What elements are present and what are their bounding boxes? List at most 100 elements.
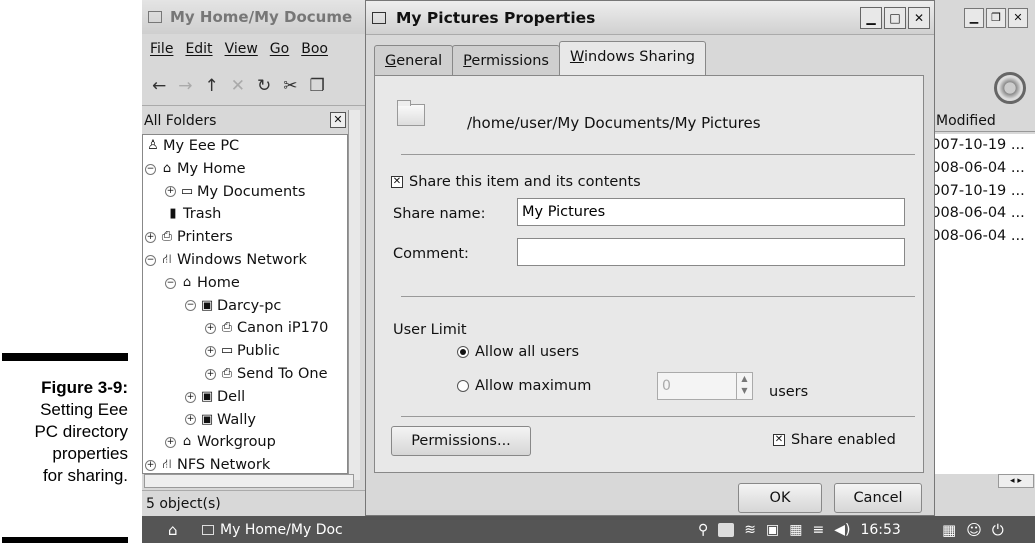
ok-button[interactable]: OK [738, 483, 822, 513]
list-item[interactable]: 2008-06-04 ... [920, 157, 1035, 180]
menu-file[interactable]: File [150, 41, 173, 57]
keyboard-icon[interactable]: ≡ [812, 522, 824, 538]
cut-icon[interactable]: ✂ [283, 76, 297, 96]
expand-icon[interactable]: + [145, 460, 156, 472]
file-manager-toolbar: ← → ↑ ✕ ↻ ✂ ❐ [142, 66, 372, 106]
tree-item[interactable]: + ⎙ Printers [143, 226, 347, 249]
expand-icon[interactable]: + [205, 346, 216, 358]
menu-bookmarks[interactable]: Boo [301, 41, 328, 57]
spin-arrows-icon[interactable]: ▲ ▼ [736, 373, 752, 399]
share-enabled-checkbox[interactable]: ✕ Share enabled [773, 432, 896, 448]
comment-label: Comment: [393, 246, 469, 262]
tree-item[interactable]: + ▭ Public [143, 340, 347, 363]
share-item-checkbox[interactable]: ✕ Share this item and its contents [391, 174, 641, 190]
tree-item[interactable]: − ⛙ Windows Network [143, 249, 347, 272]
cancel-button[interactable]: Cancel [834, 483, 922, 513]
tab-general[interactable]: General [374, 45, 454, 75]
collapse-icon[interactable]: − [145, 254, 156, 266]
expand-icon[interactable]: + [145, 232, 156, 244]
update-icon[interactable]: ▣ [766, 522, 779, 538]
collapse-icon[interactable]: − [185, 300, 196, 312]
input-method-icon[interactable]: ▦ [789, 522, 802, 538]
forward-arrow-icon[interactable]: → [178, 76, 192, 96]
tree-item[interactable]: + ▣ Dell [143, 386, 347, 409]
battery-icon[interactable] [718, 522, 735, 537]
menu-edit[interactable]: Edit [185, 41, 212, 57]
window-controls: ▁ ❐ ✕ [964, 8, 1028, 28]
comment-input[interactable] [517, 238, 905, 266]
power-icon[interactable]: ⏻ [992, 521, 1004, 539]
folder-tree: ♙ My Eee PC − ⌂ My Home + ▭ My Documents ▮ Trash +… [142, 134, 348, 474]
dialog-titlebar[interactable]: My Pictures Properties ▁ □ ✕ [366, 1, 934, 35]
back-arrow-icon[interactable]: ← [152, 76, 166, 96]
expand-icon[interactable]: + [165, 186, 176, 198]
home-icon: ⌂ [162, 160, 172, 176]
expand-icon[interactable]: + [205, 323, 216, 335]
tree-item[interactable]: + ▣ Wally [143, 409, 347, 432]
display-icon[interactable]: ▦ [942, 521, 956, 539]
tree-vertical-scrollbar[interactable] [348, 110, 360, 480]
reload-icon[interactable]: ↻ [257, 76, 271, 96]
tree-item[interactable]: − ▣ Darcy-pc [143, 295, 347, 318]
wifi-icon[interactable]: ≋ [744, 522, 756, 538]
smiley-icon[interactable]: ☺ [966, 521, 982, 539]
close-icon[interactable]: ✕ [908, 7, 930, 29]
tree-item[interactable]: − ⌂ Home [143, 272, 347, 295]
tree-horizontal-scrollbar[interactable] [144, 474, 354, 488]
tree-item-label: My Documents [197, 183, 306, 200]
close-icon[interactable]: ✕ [1008, 8, 1028, 28]
stop-icon[interactable]: ✕ [231, 76, 245, 96]
tree-item[interactable]: + ⎙ Canon iP170 [143, 317, 347, 340]
tree-item[interactable]: + ▭ My Documents [143, 181, 347, 204]
list-item[interactable]: 2008-06-04 ... [920, 202, 1035, 225]
tree-item-label: NFS Network [177, 457, 271, 474]
allow-all-users-radio[interactable]: Allow all users [457, 344, 579, 360]
home-icon[interactable]: ⌂ [168, 521, 188, 539]
tree-item-label: Printers [177, 229, 233, 246]
up-arrow-icon[interactable]: ↑ [205, 76, 219, 96]
tab-permissions[interactable]: Permissions [452, 45, 560, 75]
column-header-modified[interactable]: Modified [934, 110, 1035, 132]
expand-icon[interactable]: + [185, 391, 196, 403]
share-name-input[interactable] [517, 198, 905, 226]
allow-all-users-label: Allow all users [475, 344, 580, 360]
expand-icon[interactable]: + [185, 414, 196, 426]
volume-icon[interactable]: ◀) [834, 522, 850, 538]
busy-logo-icon [994, 72, 1026, 104]
clock[interactable]: 16:53 [860, 522, 900, 538]
restore-icon[interactable]: ❐ [986, 8, 1006, 28]
tree-item[interactable]: ♙ My Eee PC [143, 135, 347, 158]
list-item[interactable]: 2007-10-19 ... [920, 134, 1035, 157]
permissions-button[interactable]: Permissions... [391, 426, 531, 456]
minimize-icon[interactable]: ▁ [964, 8, 984, 28]
tree-item[interactable]: + ⎙ Send To One [143, 363, 347, 386]
expand-icon[interactable]: + [205, 368, 216, 380]
list-item[interactable]: 2007-10-19 ... [920, 180, 1035, 203]
close-pane-icon[interactable]: ✕ [330, 112, 346, 128]
users-label: users [769, 384, 809, 400]
tab-windows-sharing[interactable]: Windows Sharing [558, 41, 706, 75]
max-users-spinbox[interactable]: 0 ▲ ▼ [657, 372, 753, 400]
maximize-icon[interactable]: □ [884, 7, 906, 29]
network-status-icon[interactable]: ⚲ [698, 522, 708, 538]
window-icon [202, 524, 214, 535]
taskbar-task-label: My Home/My Doc [220, 521, 343, 538]
collapse-icon[interactable]: − [145, 163, 156, 175]
list-horizontal-scrollbar[interactable]: ◂ ▸ [998, 474, 1034, 488]
tree-item[interactable]: + ⌂ Workgroup [143, 431, 347, 454]
folder-icon: ▭ [220, 343, 234, 359]
tree-item[interactable]: − ⌂ My Home [143, 158, 347, 181]
expand-icon[interactable]: + [165, 437, 176, 449]
allow-maximum-radio[interactable]: Allow maximum [457, 378, 591, 394]
file-manager-titlebar[interactable]: My Home/My Docume [142, 0, 372, 34]
copy-icon[interactable]: ❐ [310, 76, 325, 96]
list-item[interactable]: 2008-06-04 ... [920, 225, 1035, 248]
collapse-icon[interactable]: − [165, 277, 176, 289]
tree-item[interactable]: + ⛙ NFS Network [143, 454, 347, 474]
tree-item[interactable]: ▮ Trash [143, 203, 347, 226]
menu-view[interactable]: View [225, 41, 258, 57]
minimize-icon[interactable]: ▁ [860, 7, 882, 29]
taskbar-task[interactable]: My Home/My Doc [202, 522, 343, 538]
menu-go[interactable]: Go [270, 41, 289, 57]
dialog-title: My Pictures Properties [396, 8, 596, 27]
